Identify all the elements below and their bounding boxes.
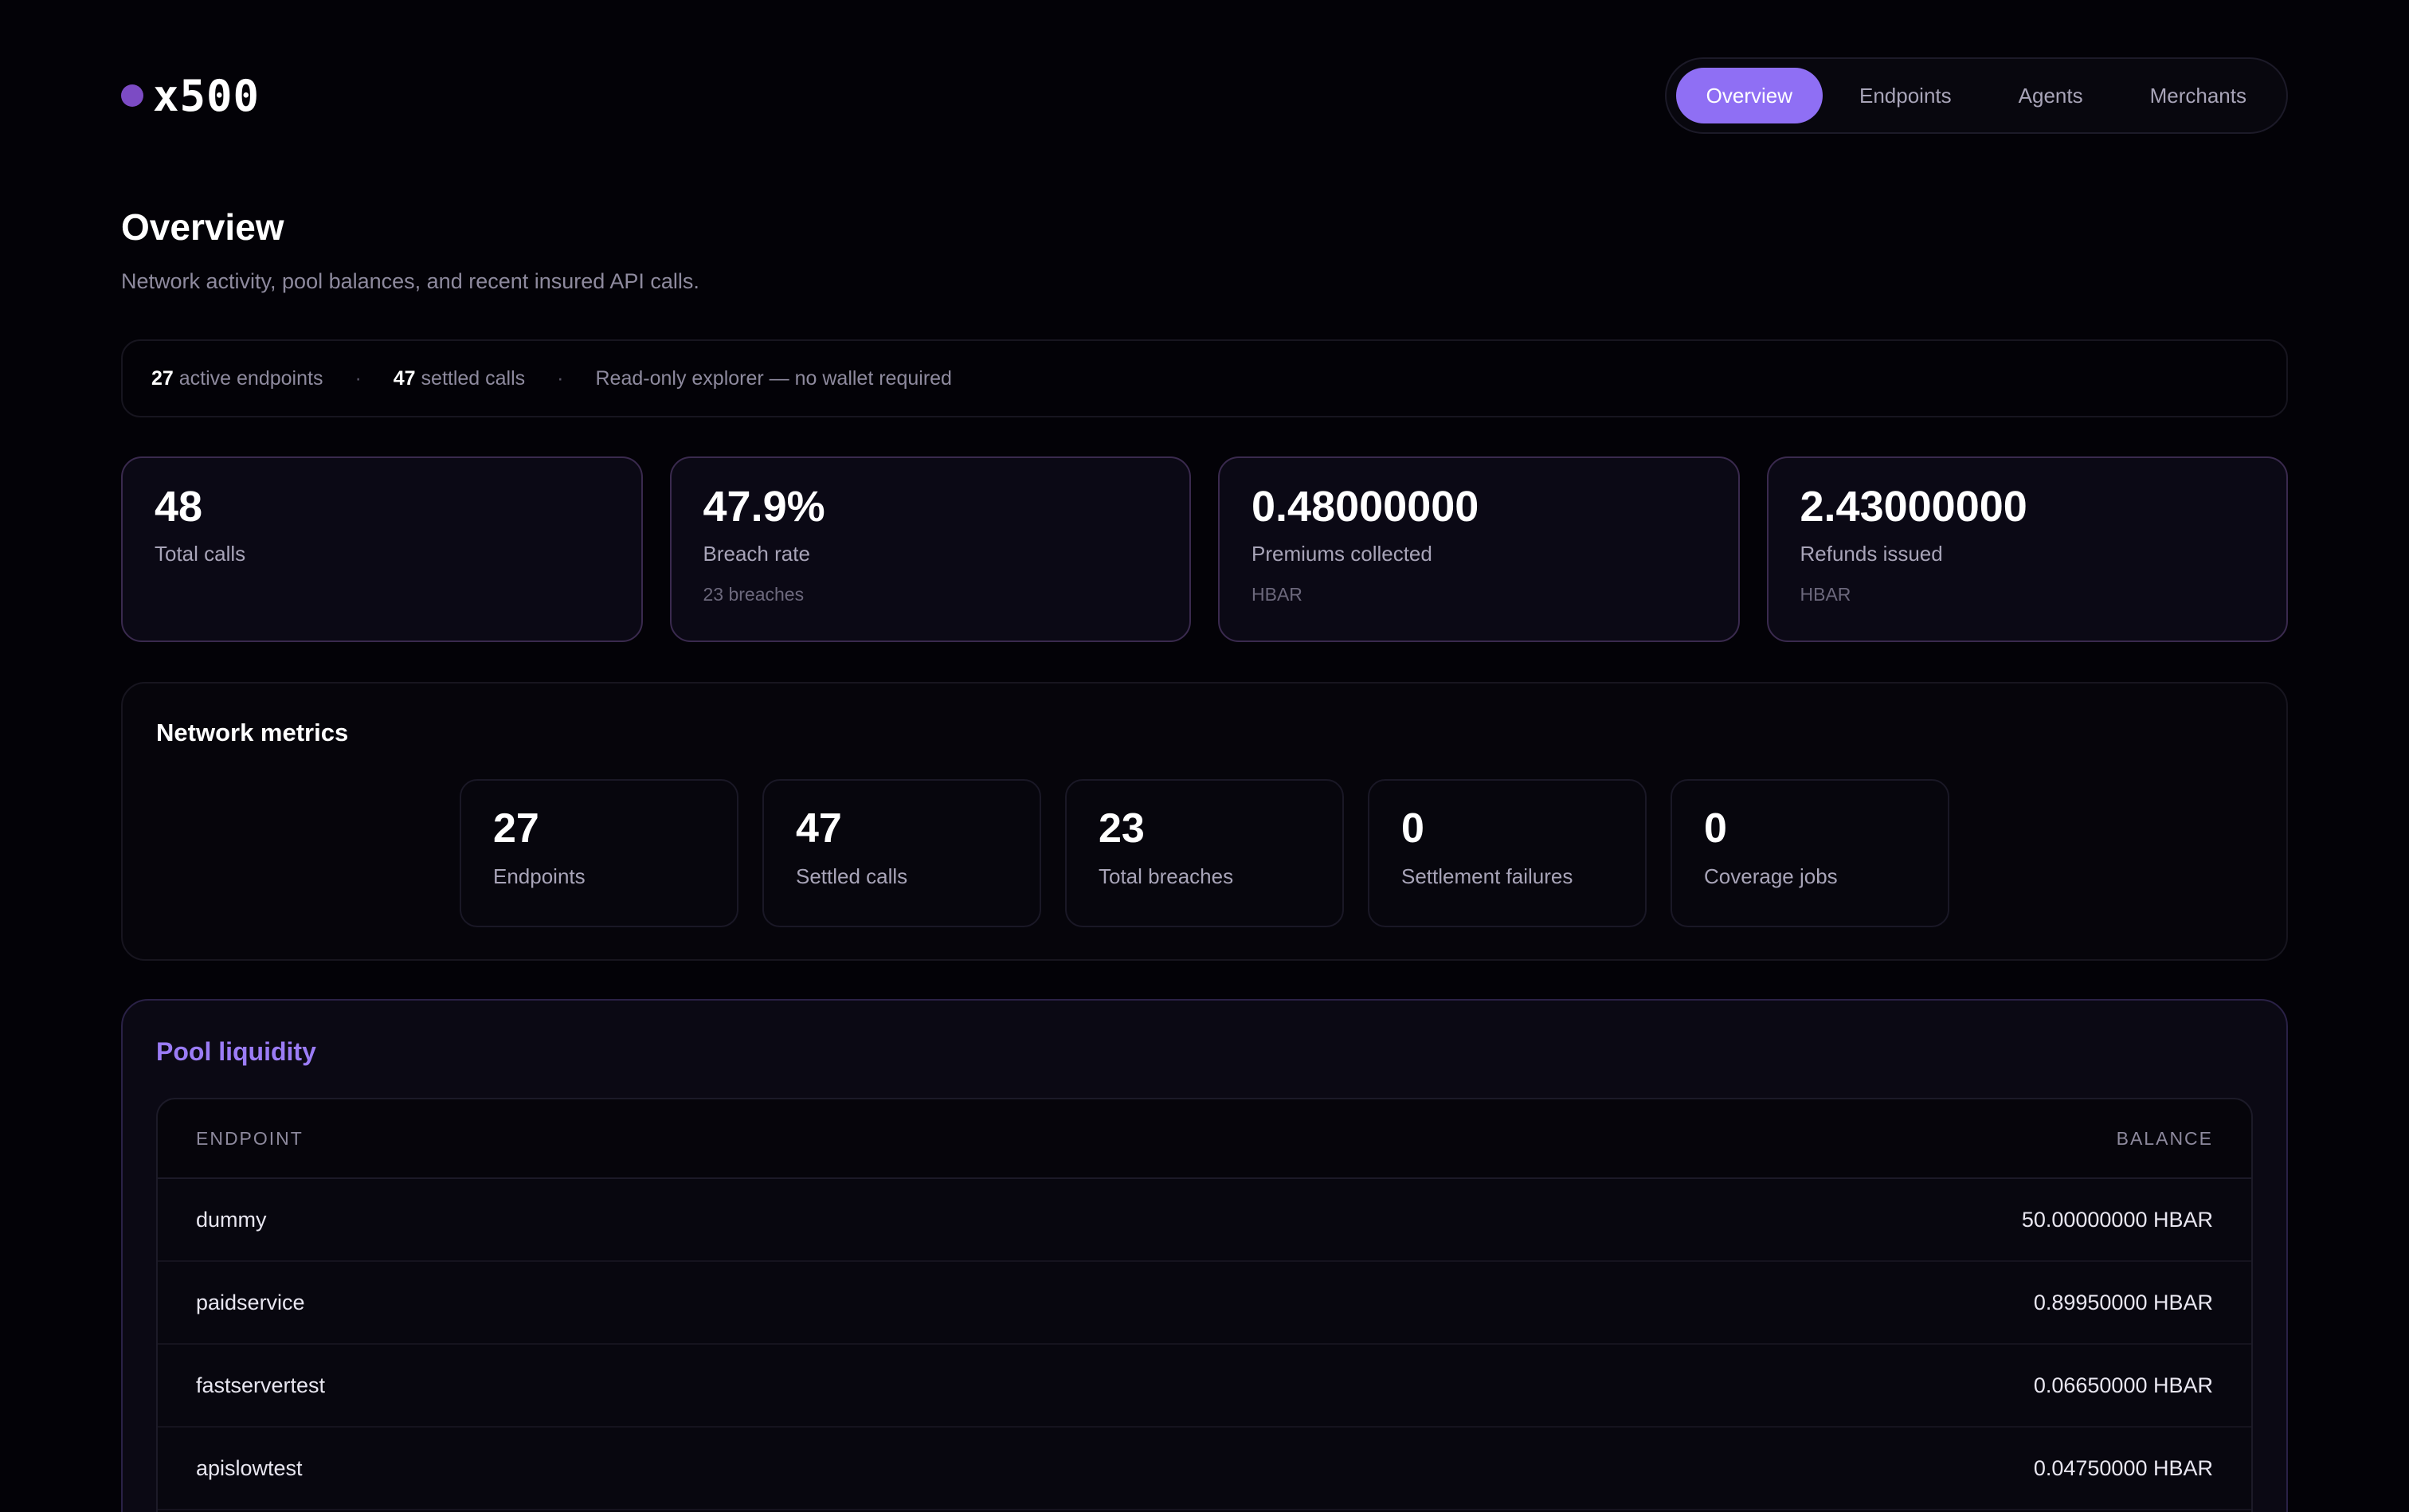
row-endpoint: apislowtest xyxy=(196,1455,303,1480)
metric-value: 0 xyxy=(1401,805,1424,852)
metric-label: Endpoints xyxy=(493,864,586,889)
row-endpoint: paidservice xyxy=(196,1290,305,1314)
active-endpoints-label: active endpoints xyxy=(178,366,323,390)
row-balance: 0.04750000 HBAR xyxy=(2033,1455,2213,1480)
pool-liquidity-title: Pool liquidity xyxy=(156,1037,316,1066)
metric-tile-settlement-failures: 0 Settlement failures xyxy=(1368,779,1647,927)
top-header: x500 Overview Endpoints Agents Merchants xyxy=(121,56,2288,135)
summary-note: Read-only explorer — no wallet required xyxy=(595,366,952,390)
network-metrics-panel: Network metrics 27 Endpoints 47 Settled … xyxy=(121,682,2288,961)
row-balance: 0.89950000 HBAR xyxy=(2033,1290,2213,1314)
brand-logo[interactable]: x500 xyxy=(121,71,260,121)
metric-tile-endpoints: 27 Endpoints xyxy=(460,779,738,927)
metric-tiles: 27 Endpoints 47 Settled calls 23 Total b… xyxy=(123,779,2286,927)
brand-name: x500 xyxy=(153,70,260,121)
metric-tile-settled-calls: 47 Settled calls xyxy=(762,779,1041,927)
pool-liquidity-panel: Pool liquidity ENDPOINT BALANCE dummy 50… xyxy=(121,999,2288,1512)
row-endpoint: dummy xyxy=(196,1207,267,1232)
network-metrics-title: Network metrics xyxy=(156,719,349,746)
table-header: ENDPOINT BALANCE xyxy=(158,1099,2251,1179)
stat-sub: HBAR xyxy=(1252,584,1302,605)
pool-liquidity-table: ENDPOINT BALANCE dummy 50.00000000 HBAR … xyxy=(156,1098,2253,1512)
settled-calls-label: settled calls xyxy=(421,366,526,390)
stat-sub: HBAR xyxy=(1800,584,1851,605)
nav-tab-merchants[interactable]: Merchants xyxy=(2120,68,2277,123)
overview-page: x500 Overview Endpoints Agents Merchants… xyxy=(0,0,2409,1512)
stat-cards: 48 Total calls 47.9% Breach rate 23 brea… xyxy=(121,456,2288,642)
active-endpoints-count: 27 xyxy=(151,366,174,390)
metric-label: Settled calls xyxy=(796,864,908,889)
column-header-balance[interactable]: BALANCE xyxy=(2117,1128,2213,1150)
stat-label: Premiums collected xyxy=(1252,542,1432,566)
row-balance: 0.06650000 HBAR xyxy=(2033,1373,2213,1397)
table-row[interactable]: fastservertest 0.06650000 HBAR xyxy=(158,1345,2251,1428)
nav-tab-endpoints[interactable]: Endpoints xyxy=(1829,68,1982,123)
summary-strip: 27 active endpoints · 47 settled calls ·… xyxy=(121,339,2288,417)
column-header-endpoint[interactable]: ENDPOINT xyxy=(196,1128,304,1150)
page-subtitle: Network activity, pool balances, and rec… xyxy=(121,269,699,293)
stat-card-premiums-collected: 0.48000000 Premiums collected HBAR xyxy=(1218,456,1740,642)
row-endpoint: fastservertest xyxy=(196,1373,326,1397)
summary-separator: · xyxy=(557,366,564,390)
summary-active-endpoints: 27 active endpoints xyxy=(151,367,323,390)
metric-value: 0 xyxy=(1704,805,1727,852)
stat-card-refunds-issued: 2.43000000 Refunds issued HBAR xyxy=(1766,456,2288,642)
stat-value: 0.48000000 xyxy=(1252,483,1479,531)
stat-value: 2.43000000 xyxy=(1800,483,2027,531)
stat-value: 47.9% xyxy=(703,483,825,531)
metric-value: 27 xyxy=(493,805,539,852)
stat-sub: 23 breaches xyxy=(703,584,805,605)
metric-label: Coverage jobs xyxy=(1704,864,1838,889)
main-nav: Overview Endpoints Agents Merchants xyxy=(1664,57,2288,134)
settled-calls-count: 47 xyxy=(393,366,416,390)
table-row[interactable]: paidservice 0.89950000 HBAR xyxy=(158,1262,2251,1345)
nav-tab-overview[interactable]: Overview xyxy=(1675,68,1823,123)
stat-label: Total calls xyxy=(155,542,246,566)
table-row[interactable]: dummy 50.00000000 HBAR xyxy=(158,1179,2251,1262)
brand-dot-icon xyxy=(121,84,143,107)
metric-tile-coverage-jobs: 0 Coverage jobs xyxy=(1671,779,1949,927)
stat-label: Breach rate xyxy=(703,542,810,566)
metric-label: Settlement failures xyxy=(1401,864,1573,889)
summary-settled-calls: 47 settled calls xyxy=(394,367,525,390)
metric-label: Total breaches xyxy=(1099,864,1234,889)
nav-tab-agents[interactable]: Agents xyxy=(1988,68,2113,123)
metric-value: 47 xyxy=(796,805,842,852)
summary-separator: · xyxy=(354,366,362,390)
metric-value: 23 xyxy=(1099,805,1145,852)
stat-value: 48 xyxy=(155,483,203,531)
table-row[interactable]: apislowtest 0.04750000 HBAR xyxy=(158,1428,2251,1510)
stat-card-total-calls: 48 Total calls xyxy=(121,456,643,642)
metric-tile-total-breaches: 23 Total breaches xyxy=(1065,779,1344,927)
row-balance: 50.00000000 HBAR xyxy=(2021,1207,2213,1232)
stat-label: Refunds issued xyxy=(1800,542,1943,566)
page-title: Overview xyxy=(121,206,284,248)
stat-card-breach-rate: 47.9% Breach rate 23 breaches xyxy=(669,456,1191,642)
